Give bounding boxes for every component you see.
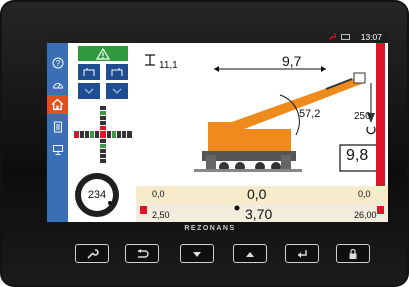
readout-strip: 0,0 0,0 0,0 2,50 3,70 26,00 (136, 186, 388, 222)
radius-arrow (214, 66, 326, 72)
strip-top-right: 0,0 (358, 189, 371, 199)
height-value: 11,1 (159, 60, 178, 71)
gauge-needle (108, 201, 112, 205)
nav-monitor[interactable] (49, 141, 66, 158)
outrigger-left-cell[interactable] (78, 64, 100, 80)
crane-carrier (194, 122, 302, 172)
level-horizontal-bar (74, 131, 132, 138)
status-time: 13:07 (360, 32, 382, 42)
crane-view: 11,1 9,7 57,2 250 9,8 (136, 43, 376, 186)
wrench-icon (87, 248, 99, 259)
position-marker (234, 205, 240, 211)
radius-value: 9,7 (282, 53, 302, 69)
screen: 13:07 ? 234 11,1 9,7 57,2 250 9,8 0,0 0,… (47, 31, 388, 222)
key-up[interactable] (233, 244, 267, 263)
nav-home[interactable] (47, 95, 68, 114)
strip-bottom-center: 3,70 (245, 206, 273, 222)
display-device: 13:07 ? 234 11,1 9,7 57,2 250 9,8 0,0 0,… (0, 0, 409, 287)
down-right-cell[interactable] (106, 83, 128, 99)
nav-document[interactable] (49, 118, 66, 135)
key-enter[interactable] (285, 244, 319, 263)
chevron-down-icon (84, 88, 94, 94)
nav-speed[interactable] (49, 76, 66, 93)
wrench-icon (329, 33, 336, 40)
outrigger-icon (83, 68, 95, 76)
back-icon (138, 248, 149, 258)
brand-label: REZONANS (184, 225, 236, 232)
angle-value: 57,2 (299, 108, 321, 120)
strip-bottom-left: 2,50 (152, 210, 170, 220)
chevron-down-icon (112, 88, 122, 94)
svg-text:?: ? (55, 59, 60, 68)
key-down[interactable] (180, 244, 214, 263)
monitor-icon (52, 144, 63, 155)
arrow-down-icon (193, 251, 201, 257)
limit-bar (376, 43, 385, 186)
lock-icon (349, 248, 357, 259)
key-back[interactable] (125, 244, 159, 263)
warning-tile[interactable] (78, 46, 128, 61)
hook-load-value: 250 (354, 111, 371, 122)
slew-gauge: 234 (75, 173, 119, 217)
key-lock[interactable] (336, 244, 370, 263)
strip-bottom-right: 26,00 (354, 210, 377, 220)
status-bar: 13:07 (47, 31, 388, 43)
enter-icon (298, 249, 307, 258)
crane-hook (366, 83, 376, 135)
arrow-up-icon (246, 251, 254, 257)
right-limit-marker (377, 206, 384, 214)
left-limit-marker (140, 206, 147, 214)
nav-sidebar: ? (47, 43, 68, 222)
height-icon (145, 54, 155, 66)
strip-top-left: 0,0 (152, 189, 165, 199)
load-value: 9,8 (346, 147, 369, 164)
nav-help[interactable]: ? (49, 54, 66, 71)
speedometer-icon (52, 82, 63, 88)
outrigger-icon (111, 68, 123, 76)
strip-top-center: 0,0 (247, 186, 267, 202)
battery-icon (341, 34, 350, 40)
down-left-cell[interactable] (78, 83, 100, 99)
side-panel: 234 (68, 43, 136, 222)
document-icon (53, 121, 62, 132)
help-icon: ? (52, 57, 63, 68)
warning-triangle-icon (96, 47, 110, 60)
key-service[interactable] (75, 244, 109, 263)
outrigger-right-cell[interactable] (106, 64, 128, 80)
home-icon (51, 98, 64, 111)
level-indicator (74, 106, 132, 163)
